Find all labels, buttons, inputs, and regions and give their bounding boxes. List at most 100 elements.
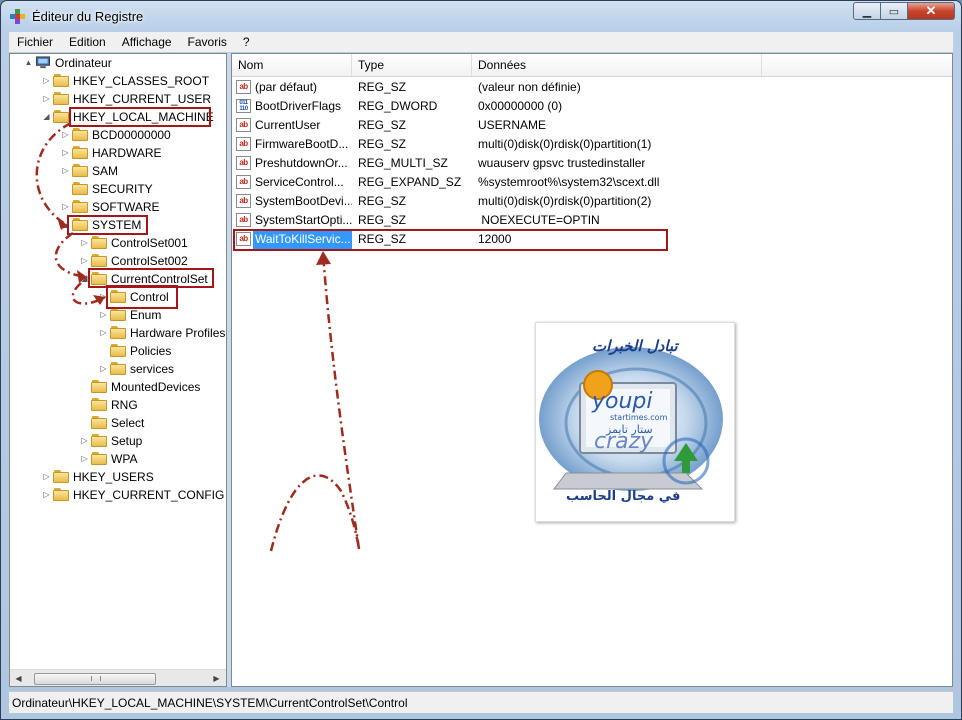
value-row[interactable]: ab FirmwareBootD... REG_SZ multi(0)disk(0)r…	[232, 135, 952, 154]
string-value-icon: ab	[236, 118, 251, 132]
tree-node[interactable]: ▷ Hardware Profiles	[10, 324, 226, 342]
title-bar[interactable]: Éditeur du Registre ▁ ▭ ✕	[1, 1, 961, 31]
registry-editor-icon	[10, 9, 25, 24]
folder-icon	[53, 488, 69, 501]
menu-help[interactable]: ?	[235, 32, 258, 52]
tree-node[interactable]: ▷ HKEY_CLASSES_ROOT	[10, 72, 226, 90]
maximize-button[interactable]: ▭	[881, 2, 908, 20]
value-data: USERNAME	[478, 118, 547, 132]
tree-node-label: Hardware Profiles	[130, 326, 226, 340]
tree-node[interactable]: SECURITY	[10, 180, 226, 198]
string-value-icon: ab	[236, 80, 251, 94]
folder-icon	[53, 92, 69, 105]
tree-node[interactable]: ▷ services	[10, 360, 226, 378]
expand-arrow-icon[interactable]: ▷	[80, 450, 89, 468]
scroll-left-icon[interactable]: ◀	[10, 670, 27, 686]
tree-node-label: HKEY_CLASSES_ROOT	[73, 74, 210, 88]
value-name: SystemStartOpti...	[255, 213, 352, 227]
tree-node[interactable]: MountedDevices	[10, 378, 226, 396]
value-row[interactable]: ab (par défaut) REG_SZ (valeur non définie)	[232, 78, 952, 97]
tree-node[interactable]: ▷ ControlSet001	[10, 234, 226, 252]
value-name: ServiceControl...	[255, 175, 344, 189]
folder-icon	[91, 236, 107, 249]
tree-node[interactable]: ▷ Setup	[10, 432, 226, 450]
value-row[interactable]: ab SystemStartOpti... REG_SZ NOEXECUTE=OPT…	[232, 211, 952, 230]
value-name: CurrentUser	[255, 118, 321, 132]
value-row[interactable]: 011 110 BootDriverFlags REG_DWORD 0x00000000…	[232, 97, 952, 116]
value-type: REG_SZ	[358, 80, 407, 94]
tree-node-label: MountedDevices	[111, 380, 201, 394]
computer-icon	[36, 56, 50, 69]
tree-horizontal-scrollbar[interactable]: ◀ ▶	[10, 669, 226, 686]
expand-arrow-icon[interactable]: ▷	[61, 162, 70, 180]
expand-arrow-icon[interactable]: ▷	[42, 468, 51, 486]
value-row[interactable]: ab PreshutdownOr... REG_MULTI_SZ wuauserv g…	[232, 154, 952, 173]
menu-bar: Fichier Edition Affichage Favoris ?	[9, 32, 953, 52]
value-type: REG_SZ	[358, 213, 407, 227]
folder-icon	[91, 398, 107, 411]
registry-tree[interactable]: ▲ Ordinateur ▷ HKEY_CLASSES_ROOT ▷ HKEY_CURRE…	[9, 53, 227, 687]
column-donnees[interactable]: Données	[472, 54, 762, 76]
tree-node-label: HKEY_USERS	[73, 470, 154, 484]
value-row[interactable]: ab ServiceControl... REG_EXPAND_SZ %systemr…	[232, 173, 952, 192]
tree-node[interactable]: ▷ HARDWARE	[10, 144, 226, 162]
expand-arrow-icon[interactable]: ▷	[80, 234, 89, 252]
tree-node[interactable]: ▷ SAM	[10, 162, 226, 180]
expand-arrow-icon[interactable]: ▷	[61, 198, 70, 216]
close-button[interactable]: ✕	[908, 2, 955, 20]
folder-icon	[91, 452, 107, 465]
expand-arrow-icon[interactable]: ▷	[99, 360, 108, 378]
tree-node[interactable]: RNG	[10, 396, 226, 414]
value-data: 0x00000000 (0)	[478, 99, 563, 113]
value-type: REG_SZ	[358, 194, 407, 208]
tree-node[interactable]: ▷ HKEY_CURRENT_USER	[10, 90, 226, 108]
value-row[interactable]: ab SystemBootDevi... REG_SZ multi(0)disk(0)…	[232, 192, 952, 211]
tree-node[interactable]: ▷ WPA	[10, 450, 226, 468]
value-type: REG_SZ	[358, 118, 407, 132]
column-header: Nom Type Données	[232, 54, 952, 77]
tree-node[interactable]: ▲ Ordinateur	[10, 54, 226, 72]
expand-arrow-icon[interactable]: ▷	[42, 90, 51, 108]
expand-arrow-icon[interactable]: ▷	[99, 324, 108, 342]
expand-arrow-icon[interactable]: ▷	[80, 432, 89, 450]
scrollbar-thumb[interactable]	[34, 673, 156, 685]
expand-arrow-icon[interactable]: ▷	[61, 126, 70, 144]
scroll-right-icon[interactable]: ▶	[208, 670, 225, 686]
collapse-arrow-icon[interactable]: ◢	[42, 108, 51, 126]
tree-node[interactable]: ▷ SOFTWARE	[10, 198, 226, 216]
value-type: REG_SZ	[358, 137, 407, 151]
column-nom[interactable]: Nom	[232, 54, 352, 76]
tree-node[interactable]: ▷ HKEY_USERS	[10, 468, 226, 486]
expand-arrow-icon[interactable]: ▷	[42, 72, 51, 90]
tree-node-label: Select	[111, 416, 145, 430]
expand-arrow-icon[interactable]: ▷	[42, 486, 51, 504]
menu-favoris[interactable]: Favoris	[180, 32, 235, 52]
logo-crazy: crazy	[594, 429, 654, 454]
tree-node[interactable]: Select	[10, 414, 226, 432]
registry-editor-window: Éditeur du Registre ▁ ▭ ✕ Fichier Editio…	[0, 0, 962, 720]
tree-node-label: Policies	[130, 344, 172, 358]
folder-icon	[72, 164, 88, 177]
tree-node[interactable]: ▷ BCD00000000	[10, 126, 226, 144]
string-value-icon: ab	[236, 194, 251, 208]
menu-fichier[interactable]: Fichier	[9, 32, 61, 52]
collapse-arrow-icon[interactable]: ▲	[24, 54, 33, 72]
value-row[interactable]: ab CurrentUser REG_SZ USERNAME	[232, 116, 952, 135]
string-value-icon: ab	[236, 175, 251, 189]
value-data: (valeur non définie)	[478, 80, 581, 94]
menu-affichage[interactable]: Affichage	[114, 32, 180, 52]
value-data: wuauserv gpsvc trustedinstaller	[478, 156, 646, 170]
column-type[interactable]: Type	[352, 54, 472, 76]
folder-icon	[110, 344, 126, 357]
tree-node-label: SAM	[92, 164, 119, 178]
tree-node[interactable]: ▷ HKEY_CURRENT_CONFIG	[10, 486, 226, 504]
value-name: SystemBootDevi...	[255, 194, 352, 208]
tree-node[interactable]: Policies	[10, 342, 226, 360]
folder-icon	[72, 128, 88, 141]
value-data: multi(0)disk(0)rdisk(0)partition(1)	[478, 137, 652, 151]
expand-arrow-icon[interactable]: ▷	[61, 144, 70, 162]
folder-icon	[53, 110, 69, 123]
menu-edition[interactable]: Edition	[61, 32, 114, 52]
logo-arabic-bottom: في مجال الحاسب	[566, 489, 681, 504]
minimize-button[interactable]: ▁	[853, 2, 881, 20]
